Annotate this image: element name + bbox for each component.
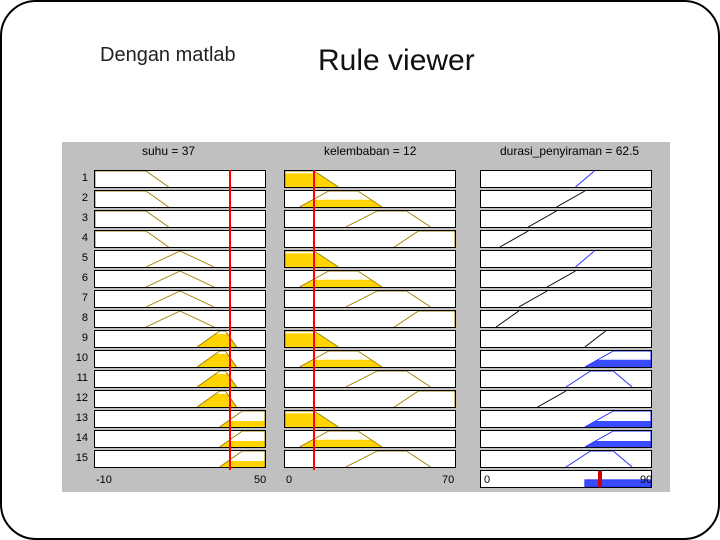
tick-suhu-max: 50 — [254, 474, 266, 486]
input-mf-cell[interactable] — [284, 290, 456, 308]
rule-row: 8 — [62, 310, 670, 329]
col-label-kelemb: kelembaban = 12 — [324, 144, 416, 158]
input-mf-cell[interactable] — [284, 330, 456, 348]
input-mf-cell[interactable] — [284, 430, 456, 448]
slide-frame: Dengan matlab Rule viewer suhu = 37 kele… — [0, 0, 720, 540]
col-label-suhu: suhu = 37 — [142, 144, 195, 158]
output-mf-cell — [480, 330, 652, 348]
input-mf-cell[interactable] — [284, 410, 456, 428]
rule-row: 6 — [62, 270, 670, 289]
rule-row: 11 — [62, 370, 670, 389]
rule-number: 7 — [66, 292, 88, 304]
slide-title: Rule viewer — [318, 44, 475, 78]
rule-row: 12 — [62, 390, 670, 409]
input-mf-cell[interactable] — [284, 170, 456, 188]
rule-number: 12 — [66, 392, 88, 404]
defuzz-output-line — [598, 471, 602, 487]
output-mf-cell — [480, 430, 652, 448]
rule-number: 6 — [66, 272, 88, 284]
rule-rows: 123456789101112131415 — [62, 170, 670, 490]
output-mf-cell — [480, 170, 652, 188]
input-mf-cell[interactable] — [94, 450, 266, 468]
rule-row: 14 — [62, 430, 670, 449]
rule-row: 13 — [62, 410, 670, 429]
rule-number: 4 — [66, 232, 88, 244]
input-mf-cell[interactable] — [94, 230, 266, 248]
rule-row: 7 — [62, 290, 670, 309]
rule-number: 14 — [66, 432, 88, 444]
input-mf-cell[interactable] — [284, 370, 456, 388]
rule-row: 15 — [62, 450, 670, 469]
output-mf-cell — [480, 210, 652, 228]
input-mf-cell[interactable] — [284, 250, 456, 268]
input-mf-cell[interactable] — [94, 310, 266, 328]
rule-number: 10 — [66, 352, 88, 364]
input-mf-cell[interactable] — [284, 230, 456, 248]
column-labels: suhu = 37 kelembaban = 12 durasi_penyira… — [62, 144, 670, 164]
input-mf-cell[interactable] — [284, 390, 456, 408]
output-mf-cell — [480, 290, 652, 308]
tick-kelemb-min: 0 — [286, 474, 292, 486]
rule-row: 10 — [62, 350, 670, 369]
output-mf-cell — [480, 230, 652, 248]
output-mf-cell — [480, 390, 652, 408]
input-mf-cell[interactable] — [94, 170, 266, 188]
input-mf-cell[interactable] — [94, 410, 266, 428]
input-mf-cell[interactable] — [284, 210, 456, 228]
input-mf-cell[interactable] — [284, 450, 456, 468]
rule-number: 3 — [66, 212, 88, 224]
output-mf-cell — [480, 410, 652, 428]
rule-number: 15 — [66, 452, 88, 464]
output-mf-cell — [480, 350, 652, 368]
output-mf-cell — [480, 370, 652, 388]
input-mf-cell[interactable] — [94, 210, 266, 228]
tick-suhu-min: -10 — [96, 474, 112, 486]
rule-viewer-chart: suhu = 37 kelembaban = 12 durasi_penyira… — [62, 142, 670, 492]
input-mf-cell[interactable] — [284, 190, 456, 208]
rule-number: 11 — [66, 372, 88, 384]
input-mf-cell[interactable] — [284, 310, 456, 328]
input-mf-cell[interactable] — [284, 350, 456, 368]
input-mf-cell[interactable] — [94, 330, 266, 348]
rule-number: 5 — [66, 252, 88, 264]
tick-kelemb-max: 70 — [442, 474, 454, 486]
input-mf-cell[interactable] — [94, 270, 266, 288]
input-mf-cell[interactable] — [284, 270, 456, 288]
rule-number: 2 — [66, 192, 88, 204]
output-mf-cell — [480, 270, 652, 288]
input-mf-cell[interactable] — [94, 390, 266, 408]
input-mf-cell[interactable] — [94, 290, 266, 308]
rule-row: 9 — [62, 330, 670, 349]
rule-row: 4 — [62, 230, 670, 249]
rule-row: 1 — [62, 170, 670, 189]
input-line-kelembaban[interactable] — [313, 170, 315, 470]
output-mf-cell — [480, 450, 652, 468]
rule-number: 1 — [66, 172, 88, 184]
rule-number: 13 — [66, 412, 88, 424]
input-line-suhu[interactable] — [229, 170, 231, 470]
tick-durasi-min: 0 — [484, 474, 490, 486]
rule-row: 3 — [62, 210, 670, 229]
output-mf-cell — [480, 190, 652, 208]
col-label-durasi: durasi_penyiraman = 62.5 — [500, 144, 639, 158]
input-mf-cell[interactable] — [94, 350, 266, 368]
input-mf-cell[interactable] — [94, 250, 266, 268]
input-mf-cell[interactable] — [94, 370, 266, 388]
tick-durasi-max: 90 — [640, 474, 652, 486]
output-mf-cell — [480, 310, 652, 328]
rule-row: 5 — [62, 250, 670, 269]
rule-row: 2 — [62, 190, 670, 209]
rule-number: 8 — [66, 312, 88, 324]
input-mf-cell[interactable] — [94, 430, 266, 448]
axis-ticks: -10 50 0 70 0 90 — [62, 474, 670, 490]
rule-number: 9 — [66, 332, 88, 344]
output-mf-cell — [480, 250, 652, 268]
input-mf-cell[interactable] — [94, 190, 266, 208]
slide-subtitle: Dengan matlab — [100, 44, 236, 67]
